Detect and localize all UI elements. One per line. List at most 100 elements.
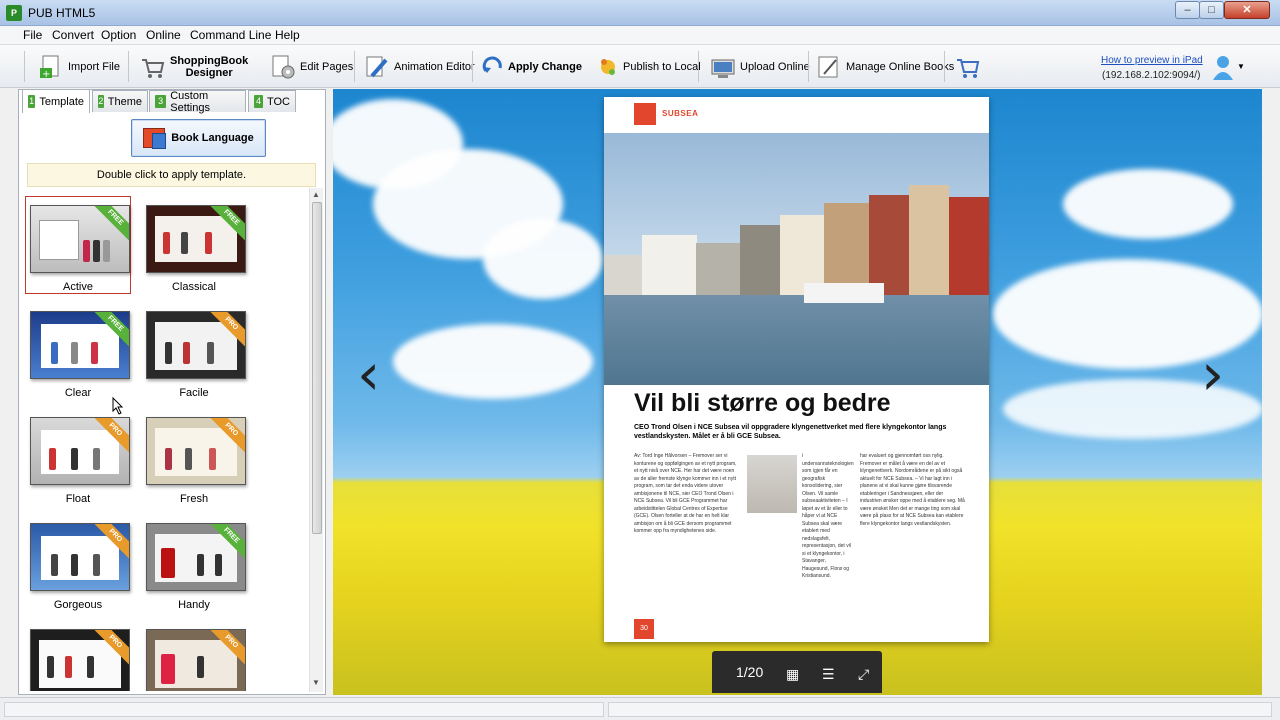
tab-custom-settings[interactable]: 3 Custom Settings [149, 90, 246, 114]
close-button[interactable]: ✕ [1224, 1, 1270, 19]
thumbnail-figure [205, 232, 212, 254]
cloud [483, 219, 603, 299]
tab-template[interactable]: 1 Template [22, 89, 90, 113]
thumbnail-figure [71, 448, 78, 470]
magazine-logo-icon [634, 103, 656, 125]
manage-online-books-button[interactable]: Manage Online Books [816, 49, 954, 84]
template-label: Float [65, 493, 91, 505]
template-scrollbar[interactable]: ▲ ▼ [309, 188, 323, 692]
user-menu-button[interactable]: ▼ [1213, 49, 1245, 84]
import-file-button[interactable]: + Import File [38, 49, 120, 84]
status-cell [608, 702, 1272, 717]
thumbnail-figure [181, 232, 188, 254]
template-thumbnail: PRO [30, 523, 130, 591]
template-item[interactable]: PRO [26, 621, 130, 691]
menu-online[interactable]: Online [146, 28, 181, 42]
preview-ip-address: (192.168.2.102:9094/) [1102, 70, 1201, 81]
toolbar-separator [698, 51, 699, 82]
edit-pages-label: Edit Pages [300, 60, 354, 73]
tab-number: 4 [254, 95, 263, 108]
thumbnail-figure [215, 554, 222, 576]
upload-online-label: Upload Online [740, 60, 810, 73]
menu-bar: File Convert Option Online Command Line … [0, 26, 1280, 45]
apply-change-button[interactable]: Apply Change [482, 49, 582, 84]
section-title: SUBSEA [662, 109, 699, 118]
menu-help[interactable]: Help [275, 28, 300, 42]
apply-change-label: Apply Change [508, 60, 582, 73]
status-bar [0, 697, 1280, 720]
template-thumbnail: PRO [30, 417, 130, 485]
book-language-label: Book Language [171, 132, 254, 144]
manage-online-books-label: Manage Online Books [846, 60, 955, 73]
book-language-button[interactable]: Book Language [131, 119, 266, 157]
upload-online-button[interactable]: Upload Online [710, 49, 810, 84]
photo-building [740, 225, 780, 295]
toolbar-separator [354, 51, 355, 82]
article-column-3: har evaluert og gjennomført oss nylig. F… [860, 453, 965, 527]
thumbnail-figure [49, 448, 56, 470]
free-badge: FREE [88, 206, 129, 245]
harbor-photo [604, 133, 989, 385]
thumbnail-figure [161, 654, 175, 684]
thumbnail-figure [207, 342, 214, 364]
template-active[interactable]: FREE Active [25, 196, 131, 294]
next-page-arrow[interactable]: › [1201, 345, 1224, 403]
template-thumbnail: PRO [146, 417, 246, 485]
cart-button[interactable] [955, 49, 985, 84]
thumbnails-grid-icon[interactable]: ▦ [786, 666, 799, 683]
language-icon [143, 128, 167, 149]
minimize-button[interactable]: – [1175, 1, 1200, 19]
animation-editor-button[interactable]: Animation Editor [364, 49, 475, 84]
menu-option[interactable]: Option [101, 28, 136, 42]
template-classical[interactable]: FREE Classical [142, 197, 246, 293]
template-facile[interactable]: PRO Facile [142, 303, 246, 399]
toolbar-separator [472, 51, 473, 82]
preview-ipad-link[interactable]: How to preview in iPad [1101, 55, 1203, 66]
template-handy[interactable]: FREE Handy [142, 515, 246, 611]
template-gorgeous[interactable]: PRO Gorgeous [26, 515, 130, 611]
template-thumbnail: FREE [30, 311, 130, 379]
scrollbar-thumb[interactable] [312, 202, 322, 534]
manage-books-icon [816, 54, 842, 80]
shoppingbook-designer-button[interactable]: ShoppingBook Designer [140, 49, 248, 84]
template-label: Facile [179, 387, 209, 399]
template-thumbnail: FREE [146, 523, 246, 591]
photo-boat [804, 283, 884, 303]
page-number: 30 [634, 619, 654, 639]
previous-page-arrow[interactable]: ‹ [357, 345, 380, 403]
thumbnail-figure [71, 554, 78, 576]
tab-label: TOC [266, 95, 290, 108]
template-item[interactable]: PRO [142, 621, 246, 691]
table-of-contents-icon[interactable]: ☰ [822, 666, 835, 683]
status-cell [4, 702, 604, 717]
menu-file[interactable]: File [23, 28, 42, 42]
flipbook-preview: ‹ › SUBSEA Vil bli større og bedre CEO T… [333, 89, 1262, 695]
menu-convert[interactable]: Convert [52, 28, 94, 42]
photo-building [824, 203, 869, 295]
article-headline: Vil bli større og bedre [634, 389, 891, 417]
chevron-down-icon: ▼ [1237, 62, 1245, 71]
scroll-up-icon[interactable]: ▲ [312, 190, 320, 199]
menu-command-line[interactable]: Command Line [190, 28, 271, 42]
template-clear[interactable]: FREE Clear [26, 303, 130, 399]
thumbnail-figure [103, 240, 110, 262]
user-avatar-icon [1213, 54, 1233, 80]
thumbnail-figure [93, 448, 100, 470]
toolbar-separator [128, 51, 129, 82]
publish-to-local-button[interactable]: Publish to Local [597, 49, 701, 84]
author-portrait [747, 455, 797, 513]
app-icon: P [6, 5, 22, 21]
tab-theme[interactable]: 2 Theme [92, 90, 148, 112]
template-fresh[interactable]: PRO Fresh [142, 409, 246, 505]
tab-toc[interactable]: 4 TOC [248, 90, 296, 112]
fullscreen-icon[interactable]: ⤢ [858, 666, 869, 683]
photo-building [909, 185, 949, 295]
template-float[interactable]: PRO Float [26, 409, 130, 505]
publish-icon [597, 54, 619, 80]
edit-pages-button[interactable]: Edit Pages [270, 49, 353, 84]
maximize-button[interactable]: □ [1199, 1, 1224, 19]
photo-building [949, 197, 989, 295]
template-label: Active [63, 281, 93, 293]
scroll-down-icon[interactable]: ▼ [312, 678, 320, 687]
template-thumbnail: PRO [146, 629, 246, 691]
